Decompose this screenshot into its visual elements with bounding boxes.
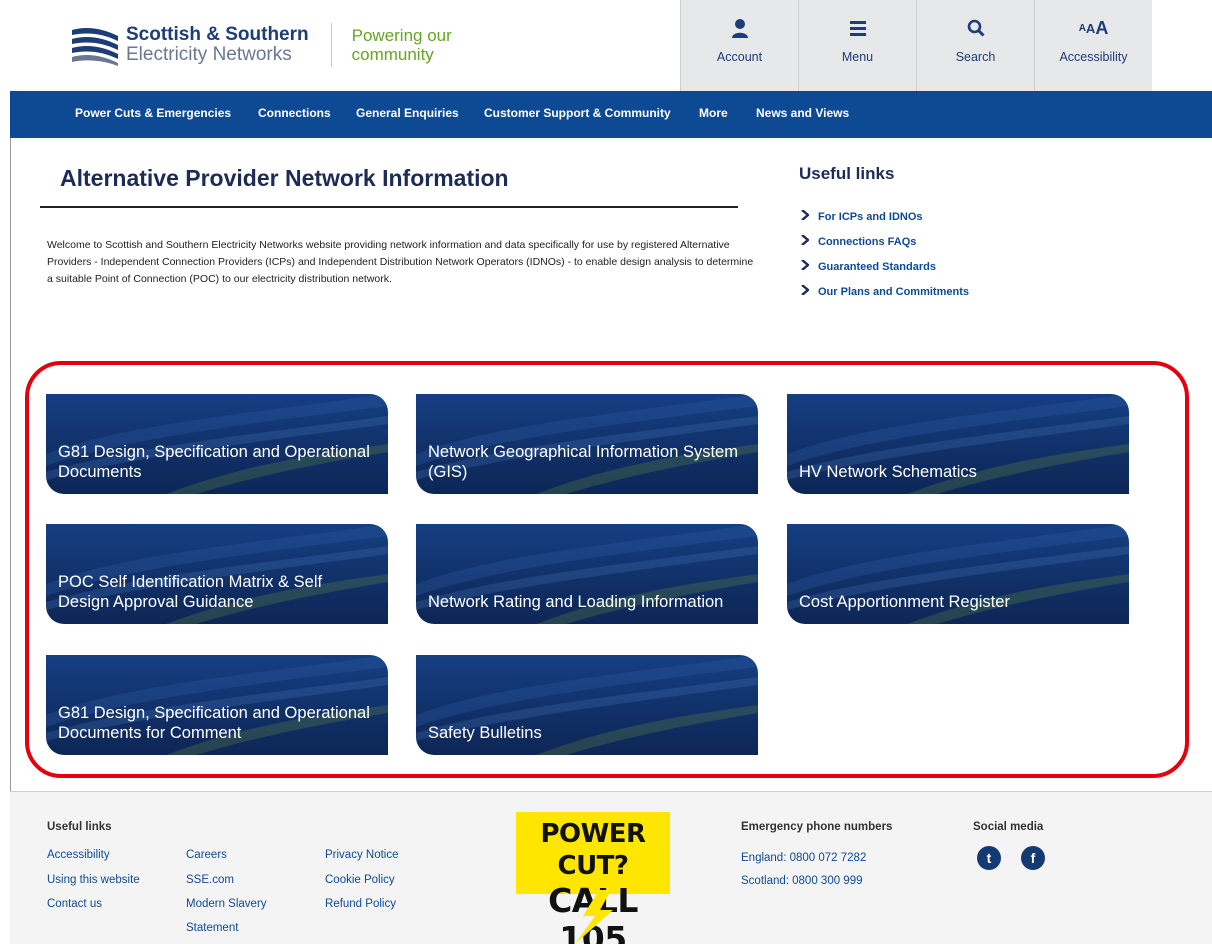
chevron-right-icon	[801, 284, 811, 298]
brand-name-line1: Scottish & Southern	[126, 24, 309, 45]
menu-button[interactable]: Menu	[798, 0, 916, 91]
useful-link-plans[interactable]: Our Plans and Commitments	[801, 279, 969, 304]
logo-divider	[330, 23, 332, 67]
useful-link-icps[interactable]: For ICPs and IDNOs	[801, 204, 969, 229]
menu-label: Menu	[841, 50, 874, 64]
useful-link-label: Guaranteed Standards	[818, 260, 936, 273]
nav-item-general-enquiries[interactable]: General Enquiries	[356, 106, 459, 120]
footer-link-modern-slavery[interactable]: Modern Slavery	[186, 898, 267, 910]
footer-link-modern-slavery-statement[interactable]: Statement	[186, 922, 238, 934]
useful-link-faqs[interactable]: Connections FAQs	[801, 229, 969, 254]
site-header: Scottish & Southern Electricity Networks…	[10, 0, 1212, 91]
tile-network-gis[interactable]: Network Geographical Information System …	[416, 394, 758, 494]
footer-link-privacy[interactable]: Privacy Notice	[325, 849, 399, 861]
search-label: Search	[955, 50, 996, 64]
tagline: Powering our community	[352, 26, 452, 64]
tile-hv-schematics[interactable]: HV Network Schematics	[787, 394, 1129, 494]
footer-link-sse[interactable]: SSE.com	[186, 874, 234, 886]
hamburger-icon	[849, 17, 866, 39]
tile-network-rating[interactable]: Network Rating and Loading Information	[416, 524, 758, 624]
title-divider	[40, 206, 738, 208]
lightning-bolt-icon	[575, 890, 613, 944]
useful-link-label: Our Plans and Commitments	[818, 285, 969, 298]
text-size-icon: AAA	[1078, 17, 1109, 38]
tile-label: Cost Apportionment Register	[799, 593, 1010, 611]
useful-links-heading: Useful links	[799, 164, 895, 183]
footer-link-using-website[interactable]: Using this website	[47, 874, 140, 886]
tile-cost-apportionment[interactable]: Cost Apportionment Register	[787, 524, 1129, 624]
footer-link-contact[interactable]: Contact us	[47, 898, 102, 910]
tile-g81-documents[interactable]: G81 Design, Specification and Operationa…	[46, 394, 388, 494]
nav-item-customer-support[interactable]: Customer Support & Community	[484, 106, 671, 120]
ssen-logo[interactable]: Scottish & Southern Electricity Networks…	[68, 22, 452, 68]
tagline-line2: community	[351, 45, 434, 64]
useful-link-label: Connections FAQs	[818, 235, 917, 248]
tile-g81-comment[interactable]: G81 Design, Specification and Operationa…	[46, 655, 388, 755]
tile-poc-matrix[interactable]: POC Self Identification Matrix & Self De…	[46, 524, 388, 624]
tagline-line1: Powering our	[351, 26, 452, 45]
social-heading: Social media	[973, 821, 1044, 833]
person-icon	[731, 17, 748, 39]
brand-name-line2: Electricity Networks	[126, 44, 292, 65]
account-label: Account	[716, 50, 763, 64]
tile-label: HV Network Schematics	[799, 463, 977, 481]
tile-label: Network Geographical Information System …	[428, 443, 738, 481]
account-button[interactable]: Account	[680, 0, 798, 91]
chevron-right-icon	[801, 209, 811, 223]
footer-link-refund[interactable]: Refund Policy	[325, 898, 396, 910]
main-nav: Power Cuts & Emergencies Connections Gen…	[10, 91, 1212, 138]
search-icon	[967, 17, 985, 39]
useful-link-label: For ICPs and IDNOs	[818, 210, 923, 223]
tile-safety-bulletins[interactable]: Safety Bulletins	[416, 655, 758, 755]
tile-label: POC Self Identification Matrix & Self De…	[58, 573, 323, 611]
search-button[interactable]: Search	[916, 0, 1034, 91]
power-cut-badge[interactable]: POWER CUT? CALL 105	[516, 812, 670, 944]
footer-link-cookie[interactable]: Cookie Policy	[325, 874, 395, 886]
tile-label: Safety Bulletins	[428, 724, 542, 742]
ssen-logo-mark-icon	[72, 28, 118, 66]
emergency-scotland[interactable]: Scotland: 0800 300 999	[741, 875, 863, 887]
intro-text: Welcome to Scottish and Southern Electri…	[47, 239, 754, 285]
useful-link-standards[interactable]: Guaranteed Standards	[801, 254, 969, 279]
footer-useful-links-heading: Useful links	[47, 821, 112, 833]
nav-item-news[interactable]: News and Views	[756, 106, 849, 120]
emergency-england[interactable]: England: 0800 072 7282	[741, 852, 866, 864]
accessibility-label: Accessibility	[1059, 50, 1128, 64]
nav-item-connections[interactable]: Connections	[258, 106, 331, 120]
footer-link-accessibility[interactable]: Accessibility	[47, 849, 110, 861]
page-title: Alternative Provider Network Information	[60, 165, 509, 191]
twitter-icon[interactable]: t	[977, 846, 1001, 870]
facebook-icon[interactable]: f	[1021, 846, 1045, 870]
emergency-heading: Emergency phone numbers	[741, 821, 893, 833]
tile-label: Network Rating and Loading Information	[428, 593, 724, 611]
chevron-right-icon	[801, 259, 811, 273]
nav-item-power-cuts[interactable]: Power Cuts & Emergencies	[75, 106, 231, 120]
footer-link-careers[interactable]: Careers	[186, 849, 227, 861]
tile-label: G81 Design, Specification and Operationa…	[58, 443, 370, 481]
nav-item-more[interactable]: More	[699, 106, 728, 120]
accessibility-button[interactable]: AAA Accessibility	[1034, 0, 1152, 91]
useful-links-list: For ICPs and IDNOs Connections FAQs Guar…	[801, 204, 969, 304]
chevron-right-icon	[801, 234, 811, 248]
power-cut-line1: POWER CUT?	[540, 819, 646, 881]
tile-label: G81 Design, Specification and Operationa…	[58, 704, 370, 742]
